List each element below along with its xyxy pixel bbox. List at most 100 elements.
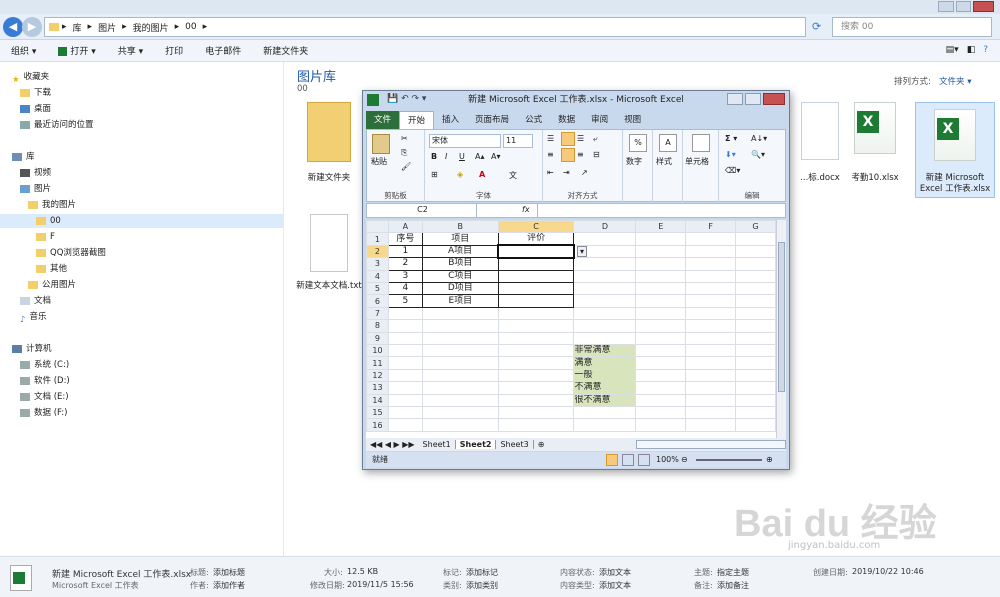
- fill-icon[interactable]: ⬇▾: [725, 150, 736, 159]
- cell[interactable]: [421, 393, 499, 407]
- details-tags-value[interactable]: 添加标记: [466, 567, 498, 578]
- cell[interactable]: [387, 343, 423, 358]
- wrap-text-icon[interactable]: ⤶: [593, 134, 597, 144]
- back-arrow-icon[interactable]: ◀: [3, 17, 23, 37]
- cell[interactable]: [735, 257, 776, 271]
- cell[interactable]: [387, 405, 423, 420]
- cell[interactable]: [635, 405, 687, 420]
- address-input[interactable]: ▸ 库 ▸ 图片 ▸ 我的图片 ▸ 00 ▸: [44, 17, 806, 37]
- close-button[interactable]: [973, 1, 994, 12]
- cell[interactable]: [421, 319, 499, 333]
- cell[interactable]: [635, 331, 687, 346]
- tab-home[interactable]: 开始: [399, 111, 435, 129]
- cell[interactable]: [421, 306, 499, 321]
- file-kaoqin[interactable]: X 考勤10.xlsx: [835, 102, 915, 183]
- merge-center-icon[interactable]: ⊟: [593, 150, 600, 159]
- zoom-level[interactable]: 100%: [656, 452, 679, 468]
- forward-arrow-icon[interactable]: ▶: [22, 17, 42, 37]
- cell[interactable]: [685, 257, 737, 271]
- cell[interactable]: [421, 356, 499, 370]
- nav-computer[interactable]: 计算机: [12, 342, 52, 356]
- details-author-value[interactable]: 添加作者: [213, 580, 245, 591]
- cell[interactable]: A项目: [421, 244, 499, 259]
- styles-button[interactable]: 样式: [656, 156, 672, 167]
- cell[interactable]: [421, 418, 499, 432]
- cell[interactable]: D项目: [421, 282, 499, 296]
- file-text-document[interactable]: 新建文本文档.txt: [289, 214, 369, 291]
- cell[interactable]: 序号: [387, 232, 423, 246]
- nav-downloads[interactable]: 下载: [20, 86, 51, 100]
- cell[interactable]: [573, 331, 637, 346]
- quick-access-icons[interactable]: 💾 ↶ ↷ ▾: [387, 94, 426, 104]
- nav-drive-f[interactable]: 数据 (F:): [20, 406, 67, 420]
- cell[interactable]: [685, 356, 737, 370]
- cell[interactable]: [573, 405, 637, 420]
- tab-formulas[interactable]: 公式: [517, 111, 550, 129]
- column-header[interactable]: B: [421, 220, 499, 234]
- cell[interactable]: [635, 393, 687, 407]
- cell[interactable]: [497, 306, 575, 321]
- tab-data[interactable]: 数据: [550, 111, 583, 129]
- cell[interactable]: [635, 343, 687, 358]
- page-layout-view-icon[interactable]: [622, 454, 634, 466]
- normal-view-icon[interactable]: [606, 454, 618, 466]
- cell[interactable]: [735, 368, 776, 383]
- align-top-icon[interactable]: ☰: [547, 134, 554, 143]
- fill-color-icon[interactable]: ◈: [457, 170, 463, 179]
- horizontal-scrollbar[interactable]: [636, 440, 786, 449]
- tab-page-layout[interactable]: 页面布局: [467, 111, 517, 129]
- cell[interactable]: [421, 331, 499, 346]
- cell[interactable]: [735, 319, 776, 333]
- scroll-thumb[interactable]: [778, 242, 785, 392]
- cell[interactable]: [735, 282, 776, 296]
- cells-icon[interactable]: [692, 134, 710, 152]
- align-left-icon[interactable]: ≡: [547, 150, 554, 159]
- number-format-button[interactable]: 数字: [626, 156, 642, 167]
- cell[interactable]: B项目: [421, 257, 499, 271]
- cell[interactable]: C项目: [421, 269, 499, 284]
- cell[interactable]: [497, 405, 575, 420]
- tab-file[interactable]: 文件: [366, 111, 400, 129]
- cell[interactable]: [387, 356, 423, 370]
- cell[interactable]: [735, 381, 776, 395]
- cell[interactable]: [497, 282, 575, 296]
- cell[interactable]: [497, 356, 575, 370]
- nav-folder-00[interactable]: 00: [0, 214, 283, 228]
- column-header[interactable]: D: [573, 220, 637, 234]
- views-icon[interactable]: ▤▾: [946, 45, 959, 55]
- cell[interactable]: [635, 269, 687, 284]
- row-header[interactable]: 7: [366, 306, 389, 321]
- sort-filter-icon[interactable]: A↓▾: [751, 134, 767, 143]
- cell[interactable]: [421, 368, 499, 383]
- cell[interactable]: [421, 405, 499, 420]
- font-grow-icon[interactable]: A▴: [475, 152, 485, 161]
- cell[interactable]: 2: [387, 257, 423, 271]
- minimize-button[interactable]: [938, 1, 954, 12]
- tab-view[interactable]: 视图: [616, 111, 649, 129]
- cell[interactable]: [497, 294, 575, 308]
- cell[interactable]: [685, 381, 737, 395]
- nav-favorites[interactable]: ★ 收藏夹: [12, 70, 49, 85]
- nav-libraries[interactable]: 库: [12, 150, 35, 164]
- cell[interactable]: [497, 244, 575, 259]
- cell[interactable]: [635, 244, 687, 259]
- close-button[interactable]: [763, 93, 785, 105]
- cell[interactable]: [573, 418, 637, 432]
- row-header[interactable]: 5: [366, 282, 389, 296]
- cell[interactable]: [735, 418, 776, 432]
- cell[interactable]: [735, 269, 776, 284]
- column-header[interactable]: E: [635, 220, 687, 234]
- select-all-corner[interactable]: [366, 220, 389, 234]
- row-header[interactable]: 8: [366, 319, 389, 333]
- cell[interactable]: [685, 343, 737, 358]
- nav-public-pictures[interactable]: 公用图片: [28, 278, 76, 292]
- align-bottom-icon[interactable]: ☰: [577, 134, 584, 143]
- cell[interactable]: [497, 418, 575, 432]
- paste-button[interactable]: 粘贴: [371, 156, 387, 167]
- cell[interactable]: [573, 232, 637, 246]
- cell[interactable]: [735, 294, 776, 308]
- font-size-select[interactable]: 11: [503, 134, 533, 148]
- cell[interactable]: [387, 381, 423, 395]
- cell[interactable]: [685, 306, 737, 321]
- cell[interactable]: [685, 244, 737, 259]
